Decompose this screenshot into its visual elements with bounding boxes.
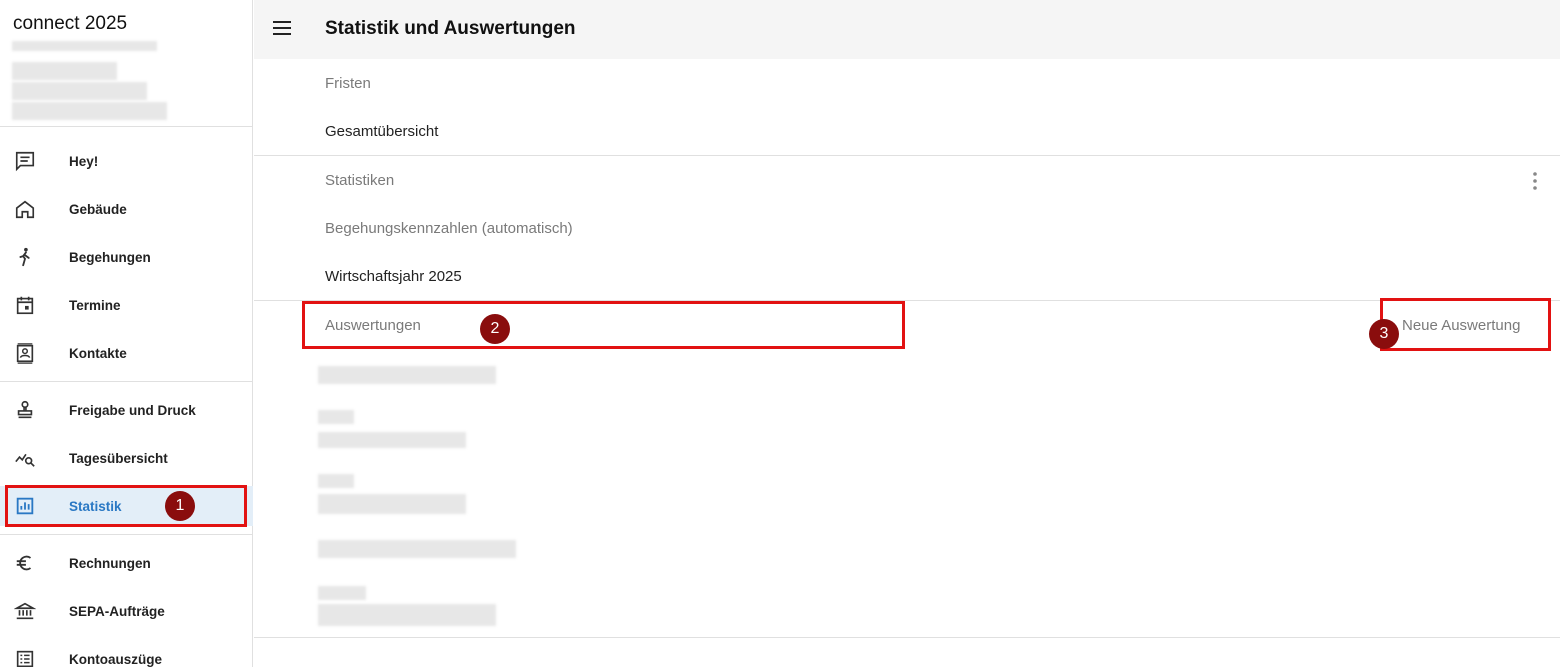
list-item-gesamtuebersicht[interactable]: Gesamtübersicht [325,123,438,140]
list-icon [14,648,36,667]
section-header-fristen: Fristen [325,75,371,92]
highlight-box-neue-auswertung [1380,298,1551,351]
list-item-wirtschaftsjahr[interactable]: Wirtschaftsjahr 2025 [325,268,462,285]
redacted-list-item[interactable] [318,540,516,558]
hamburger-menu-icon[interactable] [272,19,292,37]
sidebar: connect 2025 Hey! Gebäude Begehungen Ter… [0,0,253,667]
calendar-icon [14,294,36,316]
chart-search-icon [14,447,36,469]
sidebar-item-label: Kontakte [69,345,127,361]
sidebar-item-kontoauszuege[interactable]: Kontoauszüge [0,639,253,667]
redacted-list-item[interactable] [318,410,354,424]
highlight-box-auswertungen [302,301,905,349]
sidebar-item-sepa[interactable]: SEPA-Aufträge [0,591,253,631]
redacted-list-item[interactable] [318,494,466,514]
divider [0,534,253,535]
page-title: Statistik und Auswertungen [325,18,576,39]
section-header-statistiken: Statistiken [325,172,395,189]
euro-icon [14,552,36,574]
sidebar-item-label: Begehungen [69,249,151,265]
sidebar-item-label: Rechnungen [69,555,151,571]
app-window: connect 2025 Hey! Gebäude Begehungen Ter… [0,0,1560,667]
sidebar-item-begehungen[interactable]: Begehungen [0,237,253,277]
bank-icon [14,600,36,622]
sidebar-item-label: Tagesübersicht [69,450,168,466]
sidebar-item-label: SEPA-Aufträge [69,603,165,619]
list-item-begehungskennzahlen[interactable]: Begehungskennzahlen (automatisch) [325,220,573,237]
redacted-list-item[interactable] [318,586,366,600]
step-badge: 1 [165,491,195,521]
sidebar-item-freigabe[interactable]: Freigabe und Druck [0,390,253,430]
sidebar-item-kontakte[interactable]: Kontakte [0,333,253,373]
app-name: connect 2025 [13,13,128,34]
sidebar-item-tagesuebersicht[interactable]: Tagesübersicht [0,438,253,478]
divider [254,155,1560,156]
redacted-list-item[interactable] [318,474,354,488]
sidebar-item-termine[interactable]: Termine [0,285,253,325]
sidebar-item-label: Hey! [69,153,99,169]
divider [254,637,1560,638]
sidebar-item-label: Termine [69,297,121,313]
walk-icon [14,246,36,268]
redacted-user-info [12,82,147,100]
redacted-list-item[interactable] [318,432,466,448]
redacted-user-info [12,102,167,120]
more-vert-icon[interactable] [1528,170,1542,192]
sidebar-item-hey[interactable]: Hey! [0,141,253,181]
redacted-list-item[interactable] [318,366,496,384]
sidebar-item-rechnungen[interactable]: Rechnungen [0,543,253,583]
stamp-icon [14,399,36,421]
divider [0,381,253,382]
top-bar: Statistik und Auswertungen [254,0,1560,59]
step-badge: 2 [480,314,510,344]
step-badge: 3 [1369,319,1399,349]
home-icon [14,198,36,220]
contact-card-icon [14,342,36,364]
sidebar-item-gebaeude[interactable]: Gebäude [0,189,253,229]
redacted-user-info [12,62,117,80]
sidebar-item-label: Gebäude [69,201,127,217]
chat-icon [14,150,36,172]
sidebar-item-label: Freigabe und Druck [69,402,196,418]
sidebar-item-label: Kontoauszüge [69,651,162,667]
redacted-user-info [12,41,157,51]
redacted-list-item[interactable] [318,604,496,626]
highlight-box-statistik [5,485,247,527]
divider [0,126,253,127]
